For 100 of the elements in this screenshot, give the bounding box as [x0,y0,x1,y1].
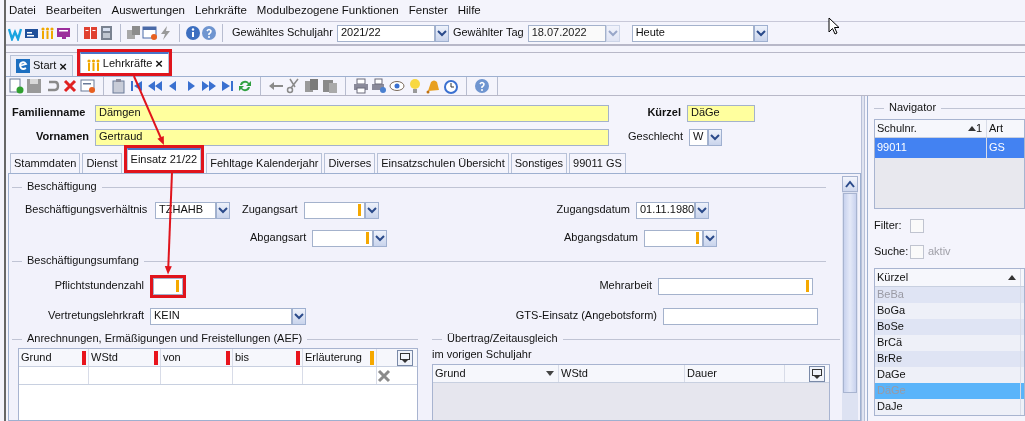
field-label: Abgangsart [249,231,308,245]
text-field[interactable]: DäGe [687,104,755,122]
tab[interactable]: Einsatzschulen Übersicht [377,153,509,173]
window-icon[interactable] [142,25,158,41]
sort-rank: 1 [975,121,982,136]
scrollbar[interactable] [842,176,858,420]
tab[interactable]: Sonstiges [510,153,568,173]
close-button[interactable]: × [155,57,163,70]
checkbox[interactable] [910,219,924,233]
tab[interactable]: 99011 GS [569,153,626,173]
tab[interactable]: Fehltage Kalenderjahr [206,153,323,173]
close-icon[interactable] [377,368,391,383]
e-logo-icon [16,59,30,73]
column-header[interactable]: Grund [433,365,559,383]
scissors-icon[interactable] [286,78,302,94]
dropdown-field[interactable]: W [689,128,708,146]
dropdown-field[interactable]: 2021/22 [336,24,435,42]
menu-item[interactable]: Fenster [407,3,457,18]
alarm-clock-icon[interactable] [443,78,459,94]
info-icon[interactable] [185,25,201,41]
first-record-icon[interactable] [129,78,145,94]
dropdown-field[interactable] [304,201,365,219]
table-row[interactable]: 99011 GS [875,138,1024,158]
section-title: Beschäftigung [27,180,97,194]
column-header[interactable]: WStd [89,349,161,366]
text-field[interactable] [663,307,818,325]
column-chooser-button[interactable] [397,349,413,366]
last-record-icon[interactable] [219,78,235,94]
tab[interactable]: Stammdaten [10,153,81,173]
delete-icon[interactable] [62,78,78,94]
menu-item[interactable]: Bearbeiten [44,3,111,18]
dropdown-field[interactable]: Heute [631,24,754,42]
field-label: Abgangsdatum [563,231,639,245]
column-header[interactable]: Schulnr. 1 [875,120,987,137]
book-icon[interactable] [83,25,99,41]
dropdown-button[interactable] [216,201,230,219]
column-header[interactable]: Grund [19,349,89,366]
calculator-icon[interactable] [99,25,115,41]
tab-label: Lehrkräfte [102,56,153,71]
dropdown-button[interactable] [708,128,722,146]
copy-icon[interactable] [126,25,142,41]
bell-icon[interactable] [425,78,441,94]
dropdown-button[interactable] [292,307,306,325]
menu-item[interactable]: Modulbezogene Funktionen [255,3,408,18]
new-document-icon[interactable] [8,78,24,94]
column-header[interactable]: Dauer [685,365,785,383]
clipboard-icon[interactable] [111,78,127,94]
dropdown-button[interactable] [695,201,709,219]
tab[interactable]: Einsatz 21/22 [126,148,202,170]
text-field[interactable]: Gertraud [95,128,609,146]
dropdown-button[interactable] [373,229,387,247]
menu-item[interactable]: Datei [8,3,45,18]
text-field[interactable] [658,277,813,295]
date-field[interactable] [644,229,703,247]
dropdown-field[interactable]: KEIN [150,307,292,325]
dropdown-field[interactable] [312,229,373,247]
tab[interactable]: Dienst [82,153,122,173]
eye-icon[interactable] [389,78,405,94]
dropdown-button[interactable] [365,201,379,219]
column-title: WStd [91,350,118,365]
document-tab[interactable]: Lehrkräfte × [79,52,169,73]
close-button[interactable]: × [59,59,67,73]
save-icon[interactable] [26,78,42,94]
monitor-icon[interactable] [56,25,72,41]
printer-icon[interactable] [353,78,369,94]
chevron-up-icon [845,180,855,188]
field-label: Kürzel [646,106,682,120]
paste-icon[interactable] [322,78,338,94]
column-header[interactable]: von [161,349,233,366]
fast-back-icon[interactable] [147,78,163,94]
required-marker [696,232,699,244]
column-header[interactable]: Erläuterung [303,349,377,366]
tab[interactable]: Diverses [324,153,376,173]
column-title: Schulnr. [877,121,917,136]
column-title: Erläuterung [305,350,362,365]
help-icon[interactable] [201,25,217,41]
field-label: Beschäftigungsverhältnis [24,203,149,217]
column-title: Grund [435,367,466,381]
fast-forward-icon[interactable] [201,78,217,94]
date-field[interactable]: 01.11.1980 [636,201,695,219]
refresh-icon[interactable] [237,78,253,94]
column-header[interactable]: Art [987,120,1025,137]
help-icon[interactable] [474,78,490,94]
text-field[interactable]: Dämgen [95,104,609,122]
column-header[interactable]: bis [233,349,303,366]
print-preview-icon[interactable] [371,78,387,94]
checkbox[interactable] [910,245,924,259]
field-label: Familienname [11,106,87,120]
menu-item[interactable]: Lehrkräfte [194,3,256,18]
column-chooser-button[interactable] [809,365,825,382]
table-cell: GS [987,138,1025,158]
dropdown-button[interactable] [703,229,717,247]
form-icon[interactable] [80,78,96,94]
copy-icon[interactable] [304,78,320,94]
menu-item[interactable]: Auswertungen [110,3,194,18]
menu-item[interactable]: Hilfe [456,3,490,18]
document-tab[interactable]: Start × [10,55,73,76]
column-header[interactable]: WStd [559,365,685,383]
light-bulb-icon[interactable] [407,78,423,94]
field-label: Filter: [874,219,903,233]
